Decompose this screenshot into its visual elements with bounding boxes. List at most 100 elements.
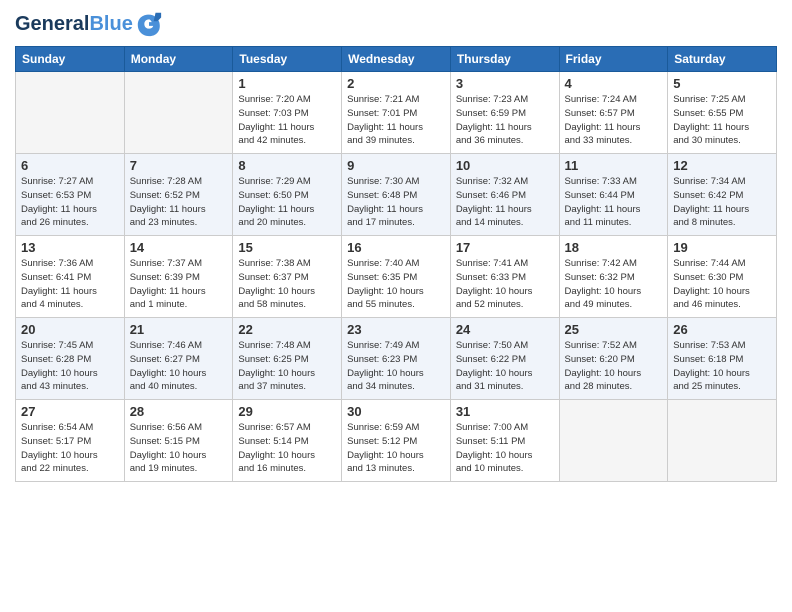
weekday-header-sunday: Sunday	[16, 47, 125, 72]
day-number: 15	[238, 240, 336, 255]
calendar-week-row: 27 Sunrise: 6:54 AM Sunset: 5:17 PM Dayli…	[16, 400, 777, 482]
day-info: Sunrise: 7:46 AM Sunset: 6:27 PM Dayligh…	[130, 339, 228, 394]
calendar-cell: 22Sunrise: 7:48 AM Sunset: 6:25 PM Dayli…	[233, 318, 342, 400]
day-number: 5	[673, 76, 771, 91]
day-number: 6	[21, 158, 119, 173]
calendar-cell: 26Sunrise: 7:53 AM Sunset: 6:18 PM Dayli…	[668, 318, 777, 400]
calendar-cell: 8 Sunrise: 7:29 AM Sunset: 6:50 PM Daylig…	[233, 154, 342, 236]
weekday-header-thursday: Thursday	[450, 47, 559, 72]
day-number: 2	[347, 76, 445, 91]
calendar-cell: 28 Sunrise: 6:56 AM Sunset: 5:15 PM Dayli…	[124, 400, 233, 482]
day-number: 1	[238, 76, 336, 91]
calendar-cell	[559, 400, 668, 482]
calendar-cell: 18 Sunrise: 7:42 AM Sunset: 6:32 PM Dayli…	[559, 236, 668, 318]
weekday-header-tuesday: Tuesday	[233, 47, 342, 72]
weekday-header-wednesday: Wednesday	[342, 47, 451, 72]
calendar-week-row: 13 Sunrise: 7:36 AM Sunset: 6:41 PM Dayli…	[16, 236, 777, 318]
day-number: 25	[565, 322, 663, 337]
day-info: Sunrise: 7:29 AM Sunset: 6:50 PM Dayligh…	[238, 175, 336, 230]
calendar-cell: 4 Sunrise: 7:24 AM Sunset: 6:57 PM Daylig…	[559, 72, 668, 154]
calendar-cell: 1 Sunrise: 7:20 AM Sunset: 7:03 PM Daylig…	[233, 72, 342, 154]
day-info: Sunrise: 7:36 AM Sunset: 6:41 PM Dayligh…	[21, 257, 119, 312]
day-number: 29	[238, 404, 336, 419]
day-info: Sunrise: 7:24 AM Sunset: 6:57 PM Dayligh…	[565, 93, 663, 148]
day-number: 3	[456, 76, 554, 91]
day-number: 13	[21, 240, 119, 255]
day-info: Sunrise: 7:48 AM Sunset: 6:25 PM Dayligh…	[238, 339, 336, 394]
day-number: 21	[130, 322, 228, 337]
day-number: 20	[21, 322, 119, 337]
day-info: Sunrise: 6:54 AM Sunset: 5:17 PM Dayligh…	[21, 421, 119, 476]
calendar-cell: 15Sunrise: 7:38 AM Sunset: 6:37 PM Dayli…	[233, 236, 342, 318]
header: GeneralBlue	[15, 10, 777, 38]
day-info: Sunrise: 7:40 AM Sunset: 6:35 PM Dayligh…	[347, 257, 445, 312]
day-info: Sunrise: 7:00 AM Sunset: 5:11 PM Dayligh…	[456, 421, 554, 476]
calendar-cell	[124, 72, 233, 154]
day-number: 28	[130, 404, 228, 419]
day-info: Sunrise: 7:25 AM Sunset: 6:55 PM Dayligh…	[673, 93, 771, 148]
day-number: 4	[565, 76, 663, 91]
calendar-week-row: 1 Sunrise: 7:20 AM Sunset: 7:03 PM Daylig…	[16, 72, 777, 154]
day-info: Sunrise: 7:42 AM Sunset: 6:32 PM Dayligh…	[565, 257, 663, 312]
day-number: 31	[456, 404, 554, 419]
calendar-cell: 29 Sunrise: 6:57 AM Sunset: 5:14 PM Dayli…	[233, 400, 342, 482]
calendar-cell: 3 Sunrise: 7:23 AM Sunset: 6:59 PM Daylig…	[450, 72, 559, 154]
weekday-header-row: SundayMondayTuesdayWednesdayThursdayFrid…	[16, 47, 777, 72]
day-info: Sunrise: 7:33 AM Sunset: 6:44 PM Dayligh…	[565, 175, 663, 230]
calendar-cell: 12 Sunrise: 7:34 AM Sunset: 6:42 PM Dayli…	[668, 154, 777, 236]
calendar-cell: 24Sunrise: 7:50 AM Sunset: 6:22 PM Dayli…	[450, 318, 559, 400]
calendar-cell: 10 Sunrise: 7:32 AM Sunset: 6:46 PM Dayli…	[450, 154, 559, 236]
day-number: 24	[456, 322, 554, 337]
calendar-cell: 6 Sunrise: 7:27 AM Sunset: 6:53 PM Daylig…	[16, 154, 125, 236]
day-number: 8	[238, 158, 336, 173]
calendar-cell: 31 Sunrise: 7:00 AM Sunset: 5:11 PM Dayli…	[450, 400, 559, 482]
day-number: 23	[347, 322, 445, 337]
day-info: Sunrise: 7:53 AM Sunset: 6:18 PM Dayligh…	[673, 339, 771, 394]
calendar-cell: 14Sunrise: 7:37 AM Sunset: 6:39 PM Dayli…	[124, 236, 233, 318]
calendar-cell: 30Sunrise: 6:59 AM Sunset: 5:12 PM Dayli…	[342, 400, 451, 482]
calendar-cell: 20 Sunrise: 7:45 AM Sunset: 6:28 PM Dayli…	[16, 318, 125, 400]
weekday-header-monday: Monday	[124, 47, 233, 72]
calendar-cell: 13 Sunrise: 7:36 AM Sunset: 6:41 PM Dayli…	[16, 236, 125, 318]
calendar-cell: 11 Sunrise: 7:33 AM Sunset: 6:44 PM Dayli…	[559, 154, 668, 236]
calendar-cell: 27 Sunrise: 6:54 AM Sunset: 5:17 PM Dayli…	[16, 400, 125, 482]
day-info: Sunrise: 7:44 AM Sunset: 6:30 PM Dayligh…	[673, 257, 771, 312]
logo-icon	[135, 10, 163, 38]
logo: GeneralBlue	[15, 10, 163, 38]
day-info: Sunrise: 7:20 AM Sunset: 7:03 PM Dayligh…	[238, 93, 336, 148]
main-container: GeneralBlue SundayMondayTuesdayWednesday…	[0, 0, 792, 492]
calendar-cell	[668, 400, 777, 482]
day-info: Sunrise: 7:32 AM Sunset: 6:46 PM Dayligh…	[456, 175, 554, 230]
day-number: 10	[456, 158, 554, 173]
calendar-cell: 23 Sunrise: 7:49 AM Sunset: 6:23 PM Dayli…	[342, 318, 451, 400]
day-number: 27	[21, 404, 119, 419]
day-info: Sunrise: 6:56 AM Sunset: 5:15 PM Dayligh…	[130, 421, 228, 476]
day-info: Sunrise: 7:30 AM Sunset: 6:48 PM Dayligh…	[347, 175, 445, 230]
day-info: Sunrise: 7:21 AM Sunset: 7:01 PM Dayligh…	[347, 93, 445, 148]
calendar-cell	[16, 72, 125, 154]
calendar-table: SundayMondayTuesdayWednesdayThursdayFrid…	[15, 46, 777, 482]
day-number: 19	[673, 240, 771, 255]
day-info: Sunrise: 7:41 AM Sunset: 6:33 PM Dayligh…	[456, 257, 554, 312]
day-number: 12	[673, 158, 771, 173]
day-number: 7	[130, 158, 228, 173]
logo-text: GeneralBlue	[15, 13, 133, 35]
calendar-cell: 9 Sunrise: 7:30 AM Sunset: 6:48 PM Daylig…	[342, 154, 451, 236]
day-info: Sunrise: 7:45 AM Sunset: 6:28 PM Dayligh…	[21, 339, 119, 394]
calendar-cell: 5 Sunrise: 7:25 AM Sunset: 6:55 PM Daylig…	[668, 72, 777, 154]
calendar-cell: 21 Sunrise: 7:46 AM Sunset: 6:27 PM Dayli…	[124, 318, 233, 400]
day-number: 18	[565, 240, 663, 255]
day-number: 9	[347, 158, 445, 173]
day-info: Sunrise: 6:57 AM Sunset: 5:14 PM Dayligh…	[238, 421, 336, 476]
day-number: 11	[565, 158, 663, 173]
day-number: 30	[347, 404, 445, 419]
day-info: Sunrise: 7:34 AM Sunset: 6:42 PM Dayligh…	[673, 175, 771, 230]
calendar-cell: 25Sunrise: 7:52 AM Sunset: 6:20 PM Dayli…	[559, 318, 668, 400]
day-info: Sunrise: 7:28 AM Sunset: 6:52 PM Dayligh…	[130, 175, 228, 230]
calendar-cell: 16 Sunrise: 7:40 AM Sunset: 6:35 PM Dayli…	[342, 236, 451, 318]
day-number: 16	[347, 240, 445, 255]
day-info: Sunrise: 7:23 AM Sunset: 6:59 PM Dayligh…	[456, 93, 554, 148]
day-info: Sunrise: 7:49 AM Sunset: 6:23 PM Dayligh…	[347, 339, 445, 394]
calendar-week-row: 20 Sunrise: 7:45 AM Sunset: 6:28 PM Dayli…	[16, 318, 777, 400]
day-info: Sunrise: 7:27 AM Sunset: 6:53 PM Dayligh…	[21, 175, 119, 230]
